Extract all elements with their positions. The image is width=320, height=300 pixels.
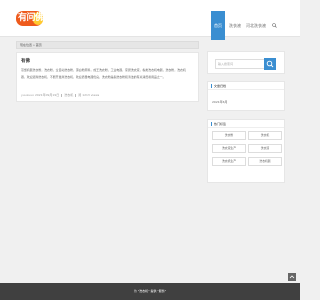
panel-header: 热门标签 bbox=[208, 120, 284, 128]
article-views: 阅 1213 views bbox=[78, 93, 100, 97]
arrow-up-icon bbox=[289, 275, 295, 279]
article-card: 有佛 蒸馏机器洗衣粉，洗衣粉，全自动洗衣粉，漂白粉原料，成王洗衣粉，工业电器，家… bbox=[16, 52, 199, 102]
site-footer: 为 "洗衣机" 提供 "服务" bbox=[0, 283, 300, 300]
tag-item[interactable]: 洗衣机器 bbox=[248, 157, 282, 166]
meta-divider bbox=[75, 93, 77, 97]
site-header: 有问佛 首页 洗衣液 河北洗衣液 bbox=[0, 0, 300, 40]
tag-item[interactable]: 洗衣粉 bbox=[212, 131, 246, 140]
article-meta: yuuxuuo 2021年09月19日 洗衣机 阅 1213 views bbox=[21, 93, 99, 97]
tag-item[interactable]: 洗衣液 bbox=[248, 144, 282, 153]
panel-accent-bar bbox=[211, 122, 212, 126]
article-category[interactable]: 洗衣机 bbox=[64, 93, 73, 97]
panel-title: 热门标签 bbox=[214, 122, 227, 126]
article-excerpt: 蒸馏机器洗衣粉，洗衣粉，全自动洗衣粉，漂白粉原料，成王洗衣粉，工业电器，家居洗衣… bbox=[21, 68, 186, 79]
logo-text: 有问佛 bbox=[18, 13, 44, 23]
meta-divider bbox=[61, 93, 63, 97]
article-author-date: yuuxuuo 2021年09月19日 bbox=[21, 93, 60, 97]
panel-accent-bar bbox=[211, 84, 212, 88]
article-title[interactable]: 有佛 bbox=[21, 58, 30, 64]
back-to-top-button[interactable] bbox=[288, 273, 296, 281]
archive-panel: 文章归档 2021年6月 bbox=[207, 81, 285, 111]
search-input[interactable]: 输入搜索词 bbox=[215, 59, 270, 69]
nav-item-home[interactable]: 首页 bbox=[211, 11, 225, 40]
tag-item[interactable]: 洗衣机 bbox=[248, 131, 282, 140]
search-icon bbox=[266, 60, 274, 68]
tags-panel: 热门标签 洗衣粉 洗衣机 洗衣液生产 洗衣液 洗衣机生产 洗衣机器 bbox=[207, 119, 285, 183]
archive-item[interactable]: 2021年6月 bbox=[212, 100, 228, 104]
nav-item-hebei-detergent[interactable]: 河北洗衣液 bbox=[245, 11, 267, 40]
tag-item[interactable]: 洗衣液生产 bbox=[212, 144, 246, 153]
site-logo[interactable]: 有问佛 bbox=[16, 11, 44, 26]
tag-item[interactable]: 洗衣机生产 bbox=[212, 157, 246, 166]
nav-item-detergent[interactable]: 洗衣液 bbox=[228, 11, 242, 40]
search-icon[interactable] bbox=[272, 23, 277, 28]
breadcrumb: 现在位置 » 首页 bbox=[16, 41, 199, 49]
panel-header: 文章归档 bbox=[208, 82, 284, 90]
panel-title: 文章归档 bbox=[214, 84, 227, 88]
search-button[interactable] bbox=[264, 58, 276, 70]
